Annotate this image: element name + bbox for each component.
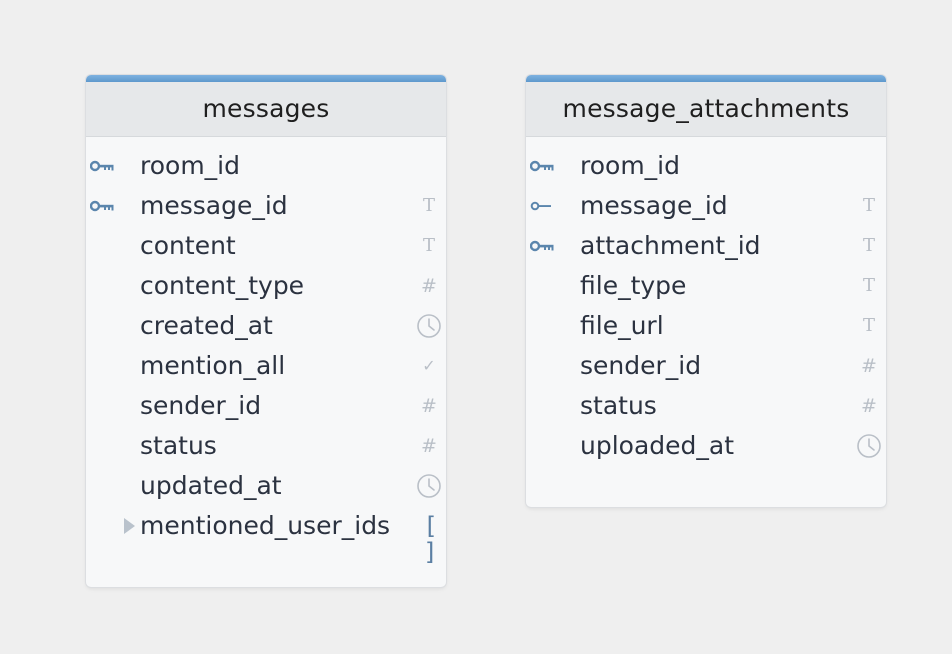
- field-name: sender_id: [140, 391, 262, 420]
- field-name: message_id: [140, 191, 288, 220]
- text-type-icon: T: [422, 195, 435, 216]
- text-type-icon: T: [862, 235, 875, 256]
- field-row[interactable]: mention_all ✓: [86, 346, 446, 386]
- field-row[interactable]: uploaded_at: [526, 426, 886, 466]
- field-row[interactable]: message_id T: [526, 186, 886, 226]
- primary-key-icon: [89, 198, 116, 212]
- field-name: mentioned_user_ids: [140, 511, 391, 540]
- text-type-icon: T: [862, 195, 875, 216]
- field-name: room_id: [140, 151, 240, 180]
- clock-icon: [416, 473, 442, 499]
- entity-title[interactable]: messages: [86, 82, 446, 137]
- field-row[interactable]: status #: [526, 386, 886, 426]
- field-row[interactable]: mentioned_user_ids [ ]: [86, 506, 446, 566]
- field-name: file_type: [580, 271, 687, 300]
- field-name: mention_all: [140, 351, 286, 380]
- field-row[interactable]: file_url T: [526, 306, 886, 346]
- field-name: file_url: [580, 311, 664, 340]
- entity-color-stripe: [526, 75, 886, 82]
- field-row[interactable]: updated_at: [86, 466, 446, 506]
- field-row[interactable]: sender_id #: [526, 346, 886, 386]
- clock-icon: [856, 433, 882, 459]
- clock-icon: [416, 313, 442, 339]
- field-name: status: [580, 391, 657, 420]
- field-name: status: [140, 431, 217, 460]
- primary-key-icon: [89, 158, 116, 172]
- field-name: created_at: [140, 311, 273, 340]
- primary-key-icon: [529, 238, 556, 252]
- entity-message-attachments[interactable]: message_attachments room_id message_id Tat…: [526, 75, 886, 507]
- field-row[interactable]: status #: [86, 426, 446, 466]
- field-name: message_id: [580, 191, 728, 220]
- field-name: uploaded_at: [580, 431, 735, 460]
- field-row[interactable]: room_id: [526, 146, 886, 186]
- text-type-icon: T: [862, 315, 875, 336]
- array-icon: [ ]: [423, 512, 439, 566]
- primary-key-icon: [529, 158, 556, 172]
- hash-icon: #: [861, 395, 877, 417]
- field-row[interactable]: room_id: [86, 146, 446, 186]
- check-icon: ✓: [422, 356, 436, 375]
- text-type-icon: T: [862, 275, 875, 296]
- field-row[interactable]: file_type T: [526, 266, 886, 306]
- field-row[interactable]: attachment_id T: [526, 226, 886, 266]
- field-list: room_id message_id Tattachment_id Tfile_typ…: [526, 137, 886, 466]
- hash-icon: #: [421, 395, 437, 417]
- field-name: updated_at: [140, 471, 282, 500]
- field-row[interactable]: message_id T: [86, 186, 446, 226]
- field-list: room_id message_id Tcontent Tcontent_type # c…: [86, 137, 446, 566]
- field-name: sender_id: [580, 351, 702, 380]
- entity-messages[interactable]: messages room_id message_id Tcontent Tconte…: [86, 75, 446, 587]
- hash-icon: #: [861, 355, 877, 377]
- field-name: content_type: [140, 271, 305, 300]
- foreign-key-icon: [530, 198, 556, 212]
- field-row[interactable]: content_type #: [86, 266, 446, 306]
- hash-icon: #: [421, 435, 437, 457]
- field-row[interactable]: created_at: [86, 306, 446, 346]
- field-row[interactable]: content T: [86, 226, 446, 266]
- entity-color-stripe: [86, 75, 446, 82]
- field-name: room_id: [580, 151, 680, 180]
- hash-icon: #: [421, 275, 437, 297]
- expand-arrow-icon[interactable]: [124, 518, 135, 534]
- field-row[interactable]: sender_id #: [86, 386, 446, 426]
- field-name: attachment_id: [580, 231, 761, 260]
- entity-title[interactable]: message_attachments: [526, 82, 886, 137]
- field-name: content: [140, 231, 236, 260]
- text-type-icon: T: [422, 235, 435, 256]
